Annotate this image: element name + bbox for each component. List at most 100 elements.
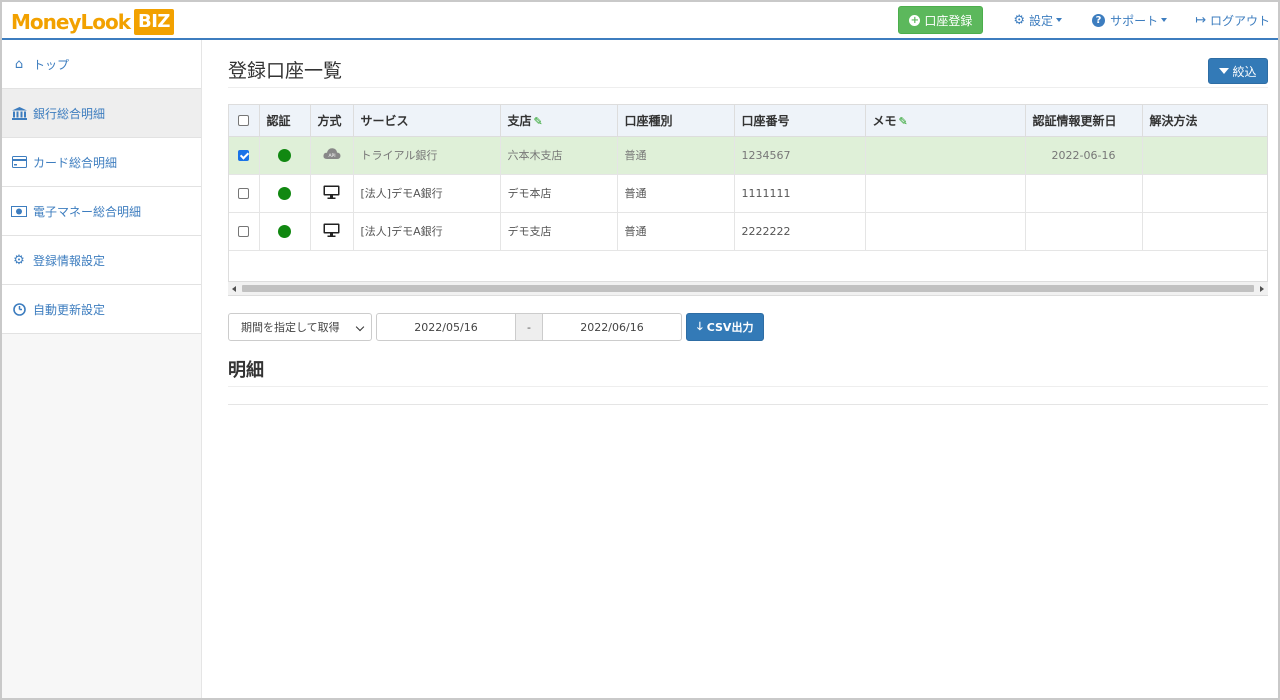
auth-status-cell — [259, 136, 311, 175]
scroll-right-icon[interactable] — [1260, 286, 1264, 292]
monitor-icon — [323, 223, 340, 240]
date-range-separator: - — [516, 313, 542, 341]
account-type-cell: 普通 — [617, 212, 735, 251]
status-dot-icon — [278, 186, 291, 200]
sidebar-item-registration-settings[interactable]: ⚙ 登録情報設定 — [2, 236, 201, 285]
logo[interactable]: MoneyLook BIZ — [11, 9, 174, 35]
scroll-left-icon[interactable] — [232, 286, 236, 292]
resolution-cell — [1142, 174, 1267, 213]
table-row[interactable]: API トライアル銀行 六本木支店 普通 1234567 2022-06-16 — [229, 136, 1267, 175]
column-header[interactable]: 解決方法 — [1142, 105, 1267, 137]
updated-date-cell — [1025, 212, 1143, 251]
register-account-label: 口座登録 — [924, 13, 973, 28]
status-dot-icon — [278, 148, 291, 162]
row-checkbox[interactable] — [238, 226, 250, 237]
column-header[interactable]: 口座種別 — [617, 105, 735, 137]
row-checkbox-cell — [229, 212, 260, 251]
support-menu[interactable]: ? サポート — [1092, 12, 1168, 29]
period-select[interactable]: 期間を指定して取得 — [228, 313, 372, 341]
home-icon: ⌂ — [14, 56, 24, 72]
column-header[interactable]: 方式 — [310, 105, 354, 137]
nav-right: + 口座登録 ⚙ 設定 ? サポート ↦ ログアウト — [898, 6, 1270, 34]
auth-status-cell — [259, 212, 311, 251]
column-header-label: メモ — [872, 113, 897, 128]
divider — [228, 404, 1268, 405]
branch-cell: デモ支店 — [500, 212, 618, 251]
sidebar-item-label: 銀行総合明細 — [33, 106, 106, 121]
account-type-cell: 普通 — [617, 136, 735, 175]
account-number-cell: 1111111 — [734, 174, 866, 213]
logout-link[interactable]: ↦ ログアウト — [1195, 12, 1270, 29]
date-to-input[interactable]: 2022/06/16 — [542, 313, 682, 341]
method-cell — [310, 212, 354, 251]
sidebar-item-label: カード総合明細 — [33, 155, 118, 170]
api-cloud-icon: API — [322, 148, 341, 163]
gear-icon: ⚙ — [1013, 12, 1026, 28]
column-header[interactable]: サービス — [353, 105, 501, 137]
sidebar-item-auto-update-settings[interactable]: 自動更新設定 — [2, 285, 201, 334]
filter-label: 絞込 — [1232, 64, 1257, 79]
money-icon — [11, 205, 27, 217]
monitor-icon — [323, 185, 340, 202]
accounts-table-container: 認証 方式 サービス 支店 ✎ 口座種別 口座番号 メモ ✎ 認証情報更新日 解決方… — [228, 104, 1268, 296]
column-header[interactable]: 認証 — [259, 105, 311, 137]
support-label: サポート — [1110, 13, 1159, 28]
pencil-icon: ✎ — [898, 114, 908, 128]
csv-export-button[interactable]: 🡓 CSV出力 — [686, 313, 765, 341]
divider — [228, 87, 1268, 88]
row-checkbox[interactable] — [238, 150, 250, 161]
sidebar-item-top[interactable]: ⌂ トップ — [2, 40, 201, 89]
register-account-button[interactable]: + 口座登録 — [898, 6, 984, 34]
gear-icon: ⚙ — [13, 252, 25, 268]
bank-icon — [11, 106, 27, 120]
sign-out-icon: ↦ — [1195, 12, 1206, 28]
column-header-branch[interactable]: 支店 ✎ — [500, 105, 618, 137]
method-cell — [310, 174, 354, 213]
memo-cell[interactable] — [865, 212, 1026, 251]
scrollbar-thumb[interactable] — [242, 285, 1254, 292]
caret-down-icon — [1161, 18, 1168, 22]
export-controls: 期間を指定して取得 2022/05/16 - 2022/06/16 🡓 CSV出… — [228, 313, 765, 341]
table-row[interactable]: [法人]デモA銀行 デモ支店 普通 2222222 — [229, 212, 1267, 251]
question-icon: ? — [1092, 13, 1106, 27]
horizontal-scrollbar[interactable] — [228, 281, 1268, 295]
sidebar-item-emoney-statement[interactable]: 電子マネー総合明細 — [2, 187, 201, 236]
sidebar-item-label: 自動更新設定 — [33, 302, 106, 317]
memo-cell[interactable] — [865, 136, 1026, 175]
top-navbar: MoneyLook BIZ + 口座登録 ⚙ 設定 ? サポート ↦ ログアウト — [2, 2, 1278, 40]
sidebar-item-label: 登録情報設定 — [33, 253, 106, 268]
memo-cell[interactable] — [865, 174, 1026, 213]
column-header[interactable]: 口座番号 — [734, 105, 866, 137]
service-cell: [法人]デモA銀行 — [353, 174, 501, 213]
column-header[interactable]: 認証情報更新日 — [1025, 105, 1143, 137]
sidebar: ⌂ トップ 銀行総合明細 カード総合明細 電子マネー総合明細 ⚙ 登録情報設定 … — [2, 40, 202, 698]
filter-button[interactable]: 絞込 — [1208, 58, 1268, 84]
select-all-checkbox[interactable] — [238, 115, 250, 127]
logo-badge: BIZ — [134, 9, 174, 35]
table-header-row: 認証 方式 サービス 支店 ✎ 口座種別 口座番号 メモ ✎ 認証情報更新日 解決方… — [229, 105, 1267, 137]
auth-status-cell — [259, 174, 311, 213]
settings-menu[interactable]: ⚙ 設定 — [1013, 12, 1063, 29]
resolution-cell — [1142, 136, 1267, 175]
row-checkbox[interactable] — [238, 188, 250, 199]
date-from-input[interactable]: 2022/05/16 — [376, 313, 516, 341]
filter-icon — [1219, 68, 1230, 74]
accounts-table: 認証 方式 サービス 支店 ✎ 口座種別 口座番号 メモ ✎ 認証情報更新日 解決方… — [229, 105, 1267, 251]
sidebar-item-bank-statement[interactable]: 銀行総合明細 — [2, 89, 201, 138]
section-title: 明細 — [228, 360, 264, 381]
download-icon: 🡓 — [697, 319, 703, 333]
clock-icon — [11, 302, 27, 316]
updated-date-cell: 2022-06-16 — [1025, 136, 1143, 175]
branch-cell: 六本木支店 — [500, 136, 618, 175]
service-cell: [法人]デモA銀行 — [353, 212, 501, 251]
branch-cell: デモ本店 — [500, 174, 618, 213]
sidebar-item-card-statement[interactable]: カード総合明細 — [2, 138, 201, 187]
divider — [228, 386, 1268, 387]
column-header-memo[interactable]: メモ ✎ — [865, 105, 1026, 137]
logout-label: ログアウト — [1209, 13, 1270, 28]
page-title: 登録口座一覧 — [228, 60, 343, 82]
sidebar-item-label: トップ — [33, 57, 70, 72]
table-row[interactable]: [法人]デモA銀行 デモ本店 普通 1111111 — [229, 174, 1267, 213]
status-dot-icon — [278, 224, 291, 238]
credit-card-icon — [11, 156, 27, 168]
